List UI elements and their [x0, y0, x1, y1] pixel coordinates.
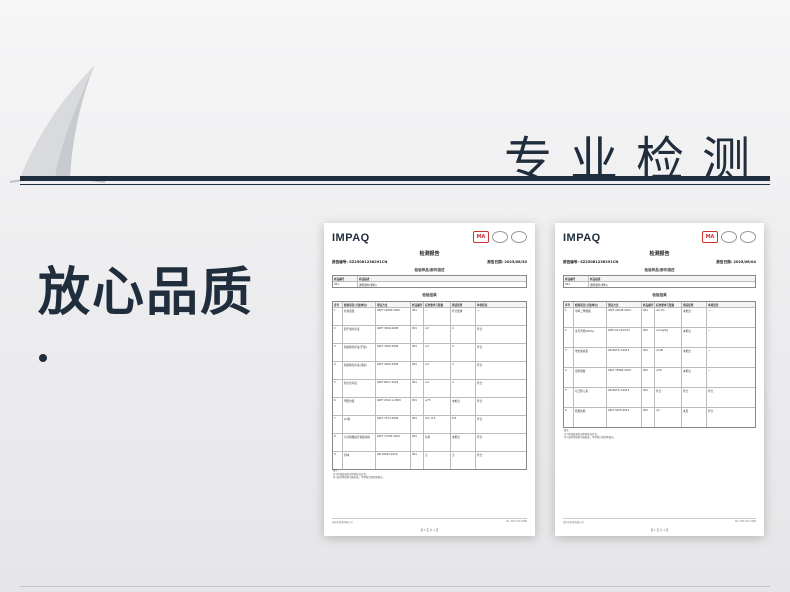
ma-cert-icon: MA: [702, 231, 718, 243]
header-divider-thick: [20, 176, 770, 181]
test-report-2: IMPAQ MA 检测报告 报告编号: SZ25081236291CN 报告日期…: [555, 223, 764, 536]
ilac-cert-icon: [721, 231, 737, 243]
sample-table: 样品编号 样品描述 001 透明胶件(塑料): [332, 275, 527, 288]
report-notes: 备注: [1] 检测结果仅对所检样品负责。 [2] 未经本机构书面批准，不得部分…: [333, 469, 385, 480]
report-meta: 报告编号: SZ25081236291CN 报告日期: 2025/08/04: [563, 260, 756, 265]
table-row: 3 重金属总量 GB 6675.4-2014 001 ≤100 未检出 —: [564, 348, 755, 368]
report-date: 报告日期: 2025/08/04: [716, 260, 756, 264]
cnas-cert-icon: [511, 231, 527, 243]
table-row: 1 邻苯二甲酸酯 GB/T 22048-2022 001 ≤0.1% 未检出 —: [564, 308, 755, 328]
report-number: 报告编号: SZ25081236291CN: [332, 260, 388, 264]
brand-logo: IMPAQ: [332, 232, 370, 244]
report-header: IMPAQ MA: [332, 230, 527, 248]
report-title: 检测报告: [649, 251, 670, 257]
header-divider-thin: [20, 184, 770, 185]
table-row: 4 溶剂残留 GB/T 37884-2019 001 ≤30 未检出 —: [564, 368, 755, 388]
table-row: 001 透明胶件(塑料): [334, 282, 377, 287]
page-number: 第 1 页 共 1 页: [420, 529, 439, 532]
cert-marks: MA: [702, 231, 756, 243]
report-title: 检测报告: [419, 251, 440, 257]
table-row: 8 可分解致癌芳香胺染料 GB/T 17592-2024 001 禁用 未检出 符合: [333, 434, 526, 452]
table-row: 7 pH值 GB/T 7573-2009 001 4.0~8.5 6.8 符合: [333, 416, 526, 434]
page-number: 第 1 页 共 1 页: [650, 529, 669, 532]
report-notes: 备注: [1] 检测结果仅对所检样品负责。 [2] 未经本机构书面批准，不得部分…: [564, 429, 616, 440]
table-row: 3 耐摩擦色牢度(干摩) GB/T 3920-2008 001 ≥3 4 符合: [333, 344, 526, 362]
ma-cert-icon: MA: [473, 231, 489, 243]
report-meta: 报告编号: SZ25081236291CN 报告日期: 2025/08/30: [332, 260, 527, 265]
bullet-dot: [39, 354, 47, 362]
brand-logo: IMPAQ: [563, 232, 601, 244]
sample-table: 样品编号 样品描述 001 透明胶件(塑料): [563, 275, 756, 288]
result-section-title: 检验结果: [422, 293, 437, 297]
table-row: 2 多环芳烃(PAHs) AfPS GS 2019:01 001 ≤1mg/kg 未检出 —: [564, 328, 755, 348]
ilac-cert-icon: [492, 231, 508, 243]
table-row: 2 耐干磨色牢度 GB/T 3920-2008 001 ≥3 4 符合: [333, 326, 526, 344]
report-date: 报告日期: 2025/08/30: [487, 260, 527, 264]
table-row: 4 耐摩擦色牢度(湿摩) GB/T 3920-2008 001 ≥3 4 符合: [333, 362, 526, 380]
footer-divider: [20, 586, 770, 587]
cert-marks: MA: [473, 231, 527, 243]
table-row: 6 阻燃性能 GB/T 5455-2014 001 ≤1 未见 符合: [564, 408, 755, 427]
table-row: 5 可迁移元素 GB 6675.4-2014 001 符合 符合 符合: [564, 388, 755, 408]
sample-section-title: 检验样品/部件描述: [414, 268, 445, 272]
sample-section-title: 检验样品/部件描述: [644, 268, 675, 272]
report-footer: 深圳市检测有限公司 Tel: 400-700-2288: [563, 518, 756, 524]
table-row: 5 耐光色牢度 GB/T 8427-2019 001 ≥4 4 符合: [333, 380, 526, 398]
table-row: 001 透明胶件(塑料): [565, 282, 608, 287]
table-row: 1 外观质量 GB/T 10000-2020 001— 符合要求 —: [333, 308, 526, 326]
table-row: 9 异味 GB 18401-2010 001 无无符合: [333, 452, 526, 469]
report-number: 报告编号: SZ25081236291CN: [563, 260, 619, 264]
slogan-heading: 放心品质: [38, 263, 255, 323]
cnas-cert-icon: [740, 231, 756, 243]
result-table: 序号 检验项目(计量单位) 测试方法 样品编号 标准要求与限量 测试结果 单项结论 1 邻苯二甲…: [563, 301, 756, 428]
result-section-title: 检验结果: [652, 293, 667, 297]
sail-logo-graphic: [9, 65, 106, 183]
report-footer: 深圳市检测有限公司 Tel: 400-700-2288: [332, 518, 527, 524]
test-report-1: IMPAQ MA 检测报告 报告编号: SZ25081236291CN 报告日期…: [324, 223, 535, 536]
result-table: 序号 检验项目(计量单位) 测试方法 样品编号 标准要求与限量 测试结果 单项结论 1 外观质量…: [332, 301, 527, 470]
table-row: 6 甲醛含量 GB/T 2912.1-2009 001 ≤75 未检出 符合: [333, 398, 526, 416]
report-header: IMPAQ MA: [563, 230, 756, 248]
